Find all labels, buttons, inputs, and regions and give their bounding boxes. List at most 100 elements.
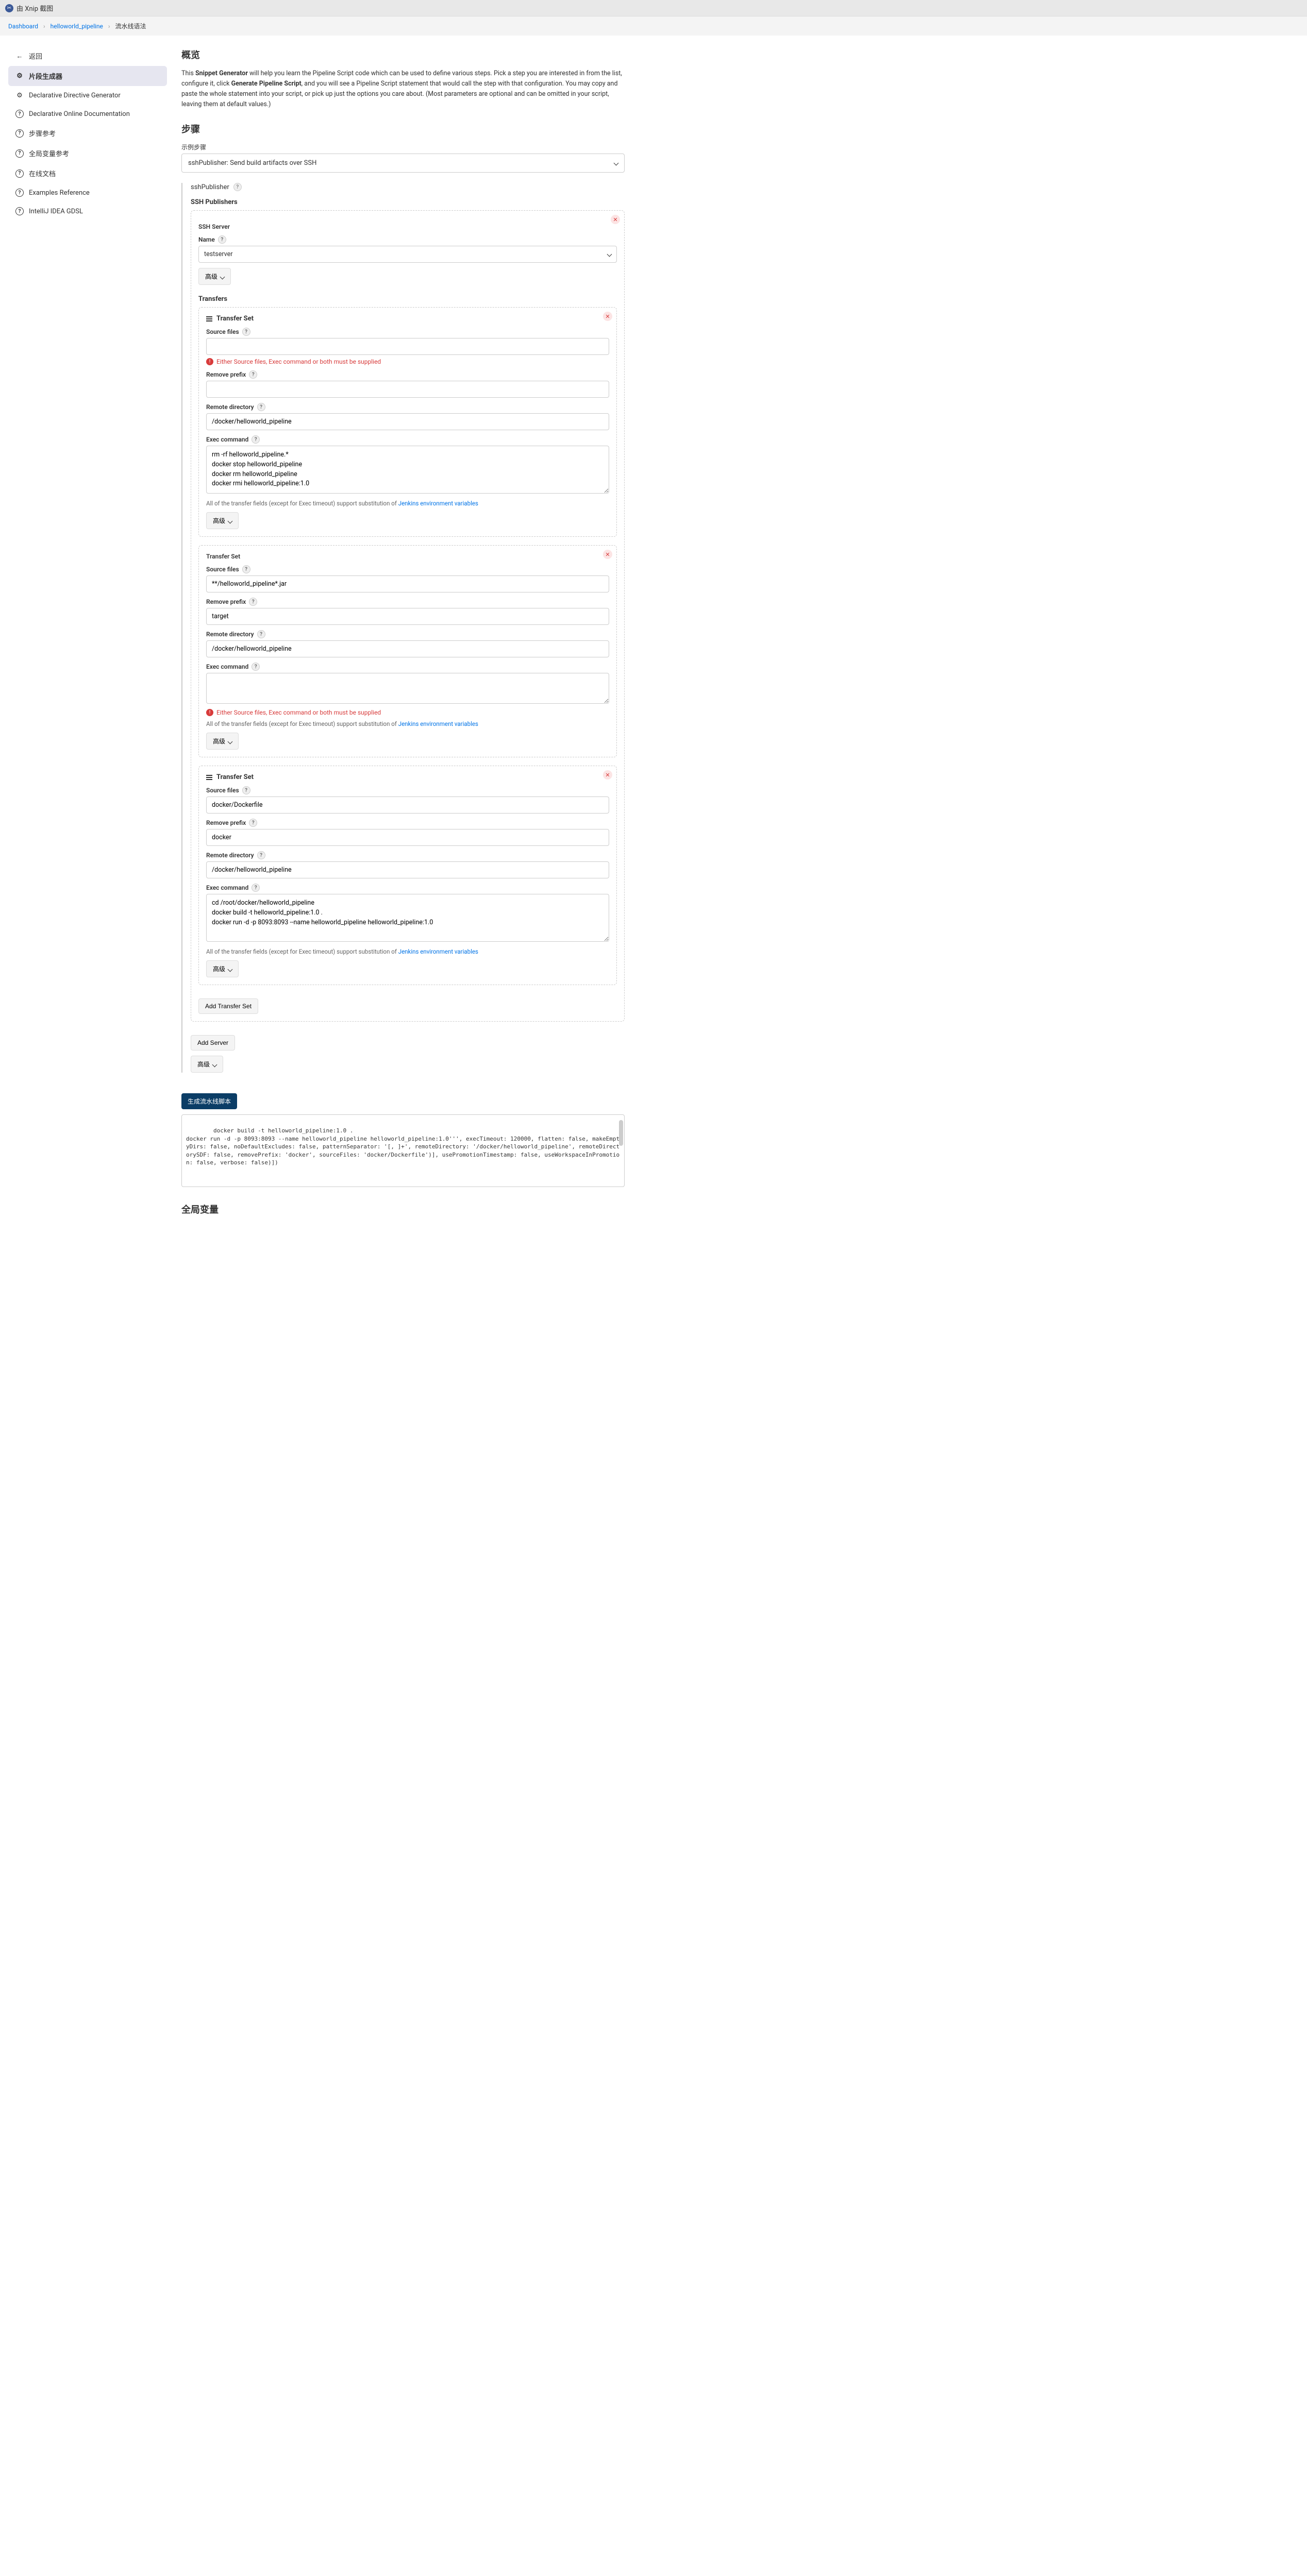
ssh-server-label: SSH Server	[198, 223, 617, 230]
scrollbar-thumb[interactable]	[619, 1120, 623, 1146]
transfer-advanced-button[interactable]: 高级	[206, 512, 239, 529]
sidebar-item-declarative-directive[interactable]: Declarative Directive Generator	[8, 86, 167, 105]
help-icon[interactable]: ?	[249, 819, 257, 827]
global-vars-title: 全局变量	[181, 1202, 625, 1216]
chevron-down-icon	[221, 273, 224, 280]
sidebar-item-step-ref[interactable]: 步骤参考	[8, 123, 167, 143]
overview-text: This Snippet Generator will help you lea…	[181, 69, 625, 110]
sample-step-label: 示例步骤	[181, 143, 625, 151]
error-message: !Either Source files, Exec command or bo…	[206, 709, 609, 716]
error-icon: !	[206, 358, 213, 365]
source-files-input[interactable]	[206, 796, 609, 814]
sidebar-item-snippet-generator[interactable]: 片段生成器	[8, 66, 167, 86]
help-icon[interactable]: ?	[252, 435, 260, 444]
remove-prefix-label: Remove prefix	[206, 819, 246, 826]
server-advanced-button[interactable]: 高级	[198, 268, 231, 285]
server-name-select[interactable]: testserver	[198, 246, 617, 263]
help-icon[interactable]: ?	[218, 235, 226, 244]
chevron-down-icon	[614, 159, 618, 167]
chevron-right-icon: ›	[43, 23, 45, 30]
exec-command-input[interactable]: rm -rf helloworld_pipeline.* docker stop…	[206, 446, 609, 494]
source-files-input[interactable]	[206, 575, 609, 592]
help-icon[interactable]: ?	[257, 403, 265, 411]
sidebar-item-label: 步骤参考	[29, 128, 56, 138]
transfer-info: All of the transfer fields (except for E…	[206, 948, 609, 955]
remove-transfer-button[interactable]: ✕	[603, 550, 612, 559]
exec-command-label: Exec command	[206, 663, 248, 670]
remove-transfer-button[interactable]: ✕	[603, 312, 612, 321]
sidebar: 返回 片段生成器 Declarative Directive Generator…	[0, 36, 175, 1235]
help-icon[interactable]: ?	[242, 786, 250, 794]
help-icon[interactable]: ?	[242, 565, 250, 573]
remove-server-button[interactable]: ✕	[611, 215, 620, 224]
source-files-label: Source files	[206, 787, 239, 794]
env-vars-link[interactable]: Jenkins environment variables	[398, 500, 478, 507]
transfer-set-title: Transfer Set	[216, 773, 254, 781]
generate-pipeline-script-button[interactable]: 生成流水线脚本	[181, 1093, 237, 1109]
drag-handle-icon[interactable]	[206, 316, 212, 321]
sidebar-item-label: Examples Reference	[29, 189, 90, 197]
sample-step-value: sshPublisher: Send build artifacts over …	[188, 159, 316, 167]
help-icon[interactable]: ?	[242, 328, 250, 336]
env-vars-link[interactable]: Jenkins environment variables	[398, 720, 478, 727]
publisher-advanced-button[interactable]: 高级	[191, 1056, 223, 1073]
sidebar-item-label: 片段生成器	[29, 71, 62, 81]
transfer-set: ✕ Transfer Set Source files? Remove pref…	[198, 766, 617, 985]
sidebar-item-intellij-gdsl[interactable]: IntelliJ IDEA GDSL	[8, 202, 167, 221]
source-files-input[interactable]	[206, 338, 609, 355]
name-label: Name	[198, 236, 215, 243]
add-server-button[interactable]: Add Server	[191, 1035, 235, 1050]
remove-prefix-input[interactable]	[206, 381, 609, 398]
remove-prefix-input[interactable]	[206, 829, 609, 846]
window-titlebar: 由 Xnip 截图	[0, 0, 1307, 16]
crumb-dashboard[interactable]: Dashboard	[8, 23, 38, 30]
transfer-set-title: Transfer Set	[216, 315, 254, 323]
help-icon[interactable]: ?	[249, 370, 257, 379]
add-transfer-set-button[interactable]: Add Transfer Set	[198, 998, 258, 1014]
help-icon[interactable]: ?	[252, 884, 260, 892]
crumb-project[interactable]: helloworld_pipeline	[51, 23, 103, 30]
help-icon[interactable]: ?	[257, 851, 265, 859]
transfer-set: ✕ Transfer Set Source files? !Either Sou…	[198, 307, 617, 537]
overview-title: 概览	[181, 48, 625, 61]
error-message: !Either Source files, Exec command or bo…	[206, 358, 609, 365]
remote-directory-input[interactable]	[206, 640, 609, 657]
sidebar-item-declarative-online-doc[interactable]: Declarative Online Documentation	[8, 105, 167, 123]
transfer-advanced-button[interactable]: 高级	[206, 733, 239, 750]
chevron-down-icon	[608, 250, 611, 258]
transfer-advanced-button[interactable]: 高级	[206, 960, 239, 977]
sidebar-item-examples-ref[interactable]: Examples Reference	[8, 183, 167, 202]
help-icon	[15, 207, 24, 215]
remote-directory-input[interactable]	[206, 413, 609, 430]
chevron-down-icon	[228, 738, 232, 745]
exec-command-input[interactable]: cd /root/docker/helloworld_pipeline dock…	[206, 894, 609, 942]
help-icon	[15, 149, 24, 158]
help-icon	[15, 170, 24, 178]
drag-handle-icon[interactable]	[206, 775, 212, 780]
exec-command-input[interactable]	[206, 673, 609, 704]
ssh-publishers-title: SSH Publishers	[191, 198, 625, 206]
sidebar-item-label: Declarative Online Documentation	[29, 110, 130, 118]
generated-script-output[interactable]: docker build -t helloworld_pipeline:1.0 …	[181, 1114, 625, 1187]
server-name-value: testserver	[204, 250, 233, 258]
source-files-label: Source files	[206, 566, 239, 573]
help-icon[interactable]: ?	[249, 598, 257, 606]
remove-transfer-button[interactable]: ✕	[603, 770, 612, 779]
gear-icon	[15, 91, 24, 99]
help-icon	[15, 110, 24, 118]
sample-step-select[interactable]: sshPublisher: Send build artifacts over …	[181, 154, 625, 173]
transfers-title: Transfers	[198, 295, 617, 303]
sidebar-item-online-doc[interactable]: 在线文档	[8, 163, 167, 183]
help-icon[interactable]: ?	[257, 630, 265, 638]
sidebar-back[interactable]: 返回	[8, 46, 167, 66]
env-vars-link[interactable]: Jenkins environment variables	[398, 948, 478, 955]
transfer-info: All of the transfer fields (except for E…	[206, 720, 609, 727]
remove-prefix-input[interactable]	[206, 608, 609, 625]
arrow-left-icon	[15, 52, 24, 60]
help-icon[interactable]: ?	[233, 183, 242, 191]
remote-directory-input[interactable]	[206, 861, 609, 878]
help-icon[interactable]: ?	[252, 663, 260, 671]
ssh-server-block: ✕ SSH Server Name ? testserver 高级 Transf…	[191, 210, 625, 1022]
help-icon	[15, 129, 24, 138]
sidebar-item-global-var-ref[interactable]: 全局变量参考	[8, 143, 167, 163]
